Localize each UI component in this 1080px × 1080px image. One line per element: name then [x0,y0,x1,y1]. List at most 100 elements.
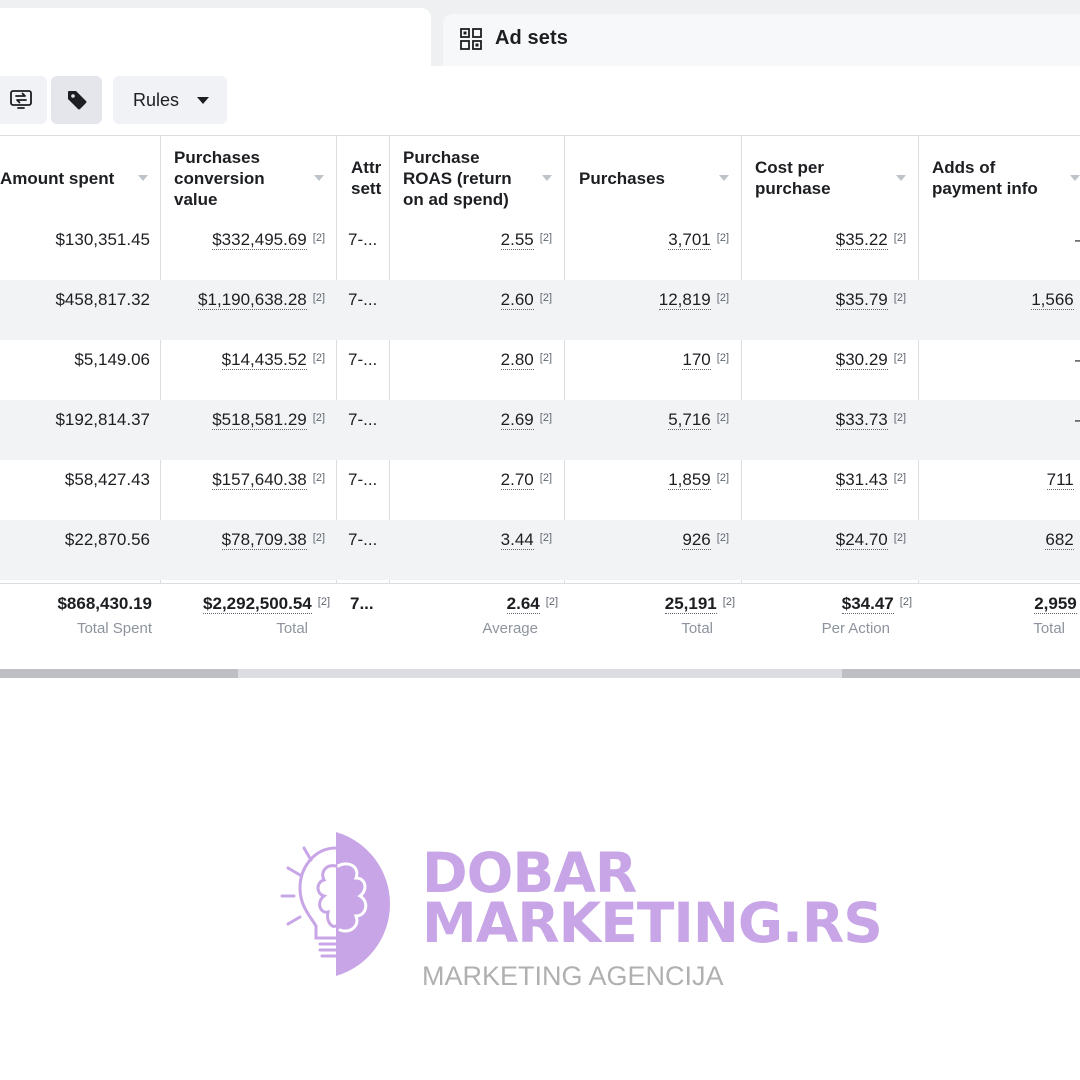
cell-value: $192,814.37 [55,410,150,429]
cell-value: $78,709.38 [2] [155,520,325,580]
cell-value: 7-... [348,230,378,249]
rules-dropdown[interactable]: Rules [113,76,227,124]
brand-logo: DOBAR MARKETING.RS MARKETING AGENCIJA [422,846,883,992]
total-label: Total [1033,620,1065,637]
cell-value: $518,581.29 [2] [155,400,325,460]
table-row[interactable]: $458,817.32 $1,190,638.28 [2] 7-... 2.60 [2] 1… [0,280,1080,340]
cell-value[interactable]: 711 [1046,470,1074,490]
cell-value: — [1075,410,1080,429]
footnote: [2] [539,412,552,424]
header-cost-per-purchase[interactable]: Cost per purchase [755,136,918,220]
table-row[interactable]: $5,149.06 $14,435.52 [2] 7-... 2.80 [2] 170 [2]… [0,340,1080,400]
cell-value[interactable]: $31.43 [835,470,888,490]
cell-value[interactable]: $24.70 [835,530,888,550]
cell-value: $130,351.45 [55,230,150,249]
cell-value: 7-... [348,410,378,429]
total-value[interactable]: 25,191 [664,594,717,614]
scrollbar-thumb[interactable] [842,669,1080,678]
cell-adds: 1,566[2] [942,280,1080,340]
cell-value[interactable]: 3,701 [668,230,711,250]
footnote: [2] [317,596,330,608]
footnote: [2] [722,596,735,608]
header-purchases-value[interactable]: Purchases conversion value [174,136,336,220]
cell-value[interactable]: $30.29 [835,350,888,370]
cell-purchases: 1,859 [2] [579,460,729,520]
swap-button[interactable] [0,76,47,124]
cell-value[interactable]: 2.60 [500,290,534,310]
footnote: [2] [312,292,325,304]
cell-value[interactable]: $33.73 [835,410,888,430]
header-attribution[interactable]: Attr sett [351,136,389,220]
cell-cpp: $30.29 [2] [756,340,906,400]
cell-value[interactable]: $1,190,638.28 [198,290,307,310]
tab-campaigns[interactable] [0,8,431,66]
scrollbar-thumb[interactable] [0,669,238,678]
total-value[interactable]: 2.64 [506,594,540,614]
cell-value: 7-... [348,350,378,369]
cell-value[interactable]: $157,640.38 [212,470,307,490]
header-amount-spent[interactable]: Amount spent [0,136,160,220]
cell-value[interactable]: $332,495.69 [212,230,307,250]
table-row[interactable]: $22,870.56 $78,709.38 [2] 7-... 3.44 [2] 926 [2… [0,520,1080,580]
table-row[interactable]: $58,427.43 $157,640.38 [2] 7-... 2.70 [2] 1,85… [0,460,1080,520]
cell-roas: 3.44 [2] [402,520,552,580]
footnote: [2] [893,292,906,304]
cell-value[interactable]: 2.69 [500,410,534,430]
footnote: [2] [716,412,729,424]
brand-name-line2: MARKETING.RS [422,891,883,955]
cell-value[interactable]: $14,435.52 [221,350,307,370]
cell-value[interactable]: 1,566 [1031,290,1074,310]
tag-button[interactable] [51,76,102,124]
cell-value[interactable]: 682 [1045,530,1074,550]
cell-value[interactable]: 2.70 [500,470,534,490]
header-label: Amount spent [0,168,115,188]
sort-icon [542,175,552,181]
total-amount-spent: $868,430.19 Total Spent [0,594,152,664]
horizontal-scrollbar[interactable] [0,669,1080,678]
rules-label: Rules [133,89,180,110]
cell-cpp: $31.43 [2] [756,460,906,520]
cell-spent: $130,351.45 [0,220,150,280]
cell-value[interactable]: $35.22 [835,230,888,250]
cell-adds: — [942,220,1080,280]
header-label: Attr sett [351,158,382,198]
footnote: [2] [312,232,325,244]
cell-value[interactable]: 12,819 [658,290,711,310]
table-row[interactable]: $130,351.45 $332,495.69 [2] 7-... 2.55 [2] 3,7… [0,220,1080,280]
cell-value[interactable]: 5,716 [668,410,711,430]
total-value: 7... [350,594,374,613]
cell-value[interactable]: $78,709.38 [221,530,307,550]
cell-value[interactable]: 2.80 [500,350,534,370]
cell-value[interactable]: 170 [682,350,711,370]
table-row[interactable]: $192,814.37 $518,581.29 [2] 7-... 2.69 [2] 5,7… [0,400,1080,460]
cell-value[interactable]: 1,859 [668,470,711,490]
footnote: [2] [893,352,906,364]
cell-attr: 7-... [348,400,384,460]
cell-purchases: 12,819 [2] [579,280,729,340]
tab-ad-sets[interactable]: Ad sets [443,14,1080,66]
cell-value[interactable]: $518,581.29 [212,410,307,430]
footnote: [2] [899,596,912,608]
cell-value[interactable]: 3.44 [500,530,534,550]
total-purchases: 25,191 [2] Total [565,594,735,664]
total-label: Per Action [821,620,890,637]
header-roas[interactable]: Purchase ROAS (return on ad spend) [403,136,564,220]
cell-value: — [1075,350,1080,369]
grid-icon [460,28,482,50]
cell-attr: 7-... [348,340,384,400]
total-value[interactable]: $34.47 [841,594,894,614]
footnote: [2] [893,532,906,544]
total-value[interactable]: 2,959 [1034,594,1077,614]
cell-cpp: $35.22 [2] [756,220,906,280]
cell-attr: 7-... [348,280,384,340]
header-adds-payment-info[interactable]: Adds of payment info [932,136,1080,220]
header-purchases[interactable]: Purchases [579,136,741,220]
cell-value[interactable]: 2.55 [500,230,534,250]
total-value[interactable]: $2,292,500.54 [203,594,312,614]
footnote: [2] [716,292,729,304]
cell-spent: $192,814.37 [0,400,150,460]
cell-value[interactable]: 926 [682,530,711,550]
header-label: Purchases conversion value [174,147,265,209]
cell-value[interactable]: $35.79 [835,290,888,310]
footnote: [2] [539,472,552,484]
